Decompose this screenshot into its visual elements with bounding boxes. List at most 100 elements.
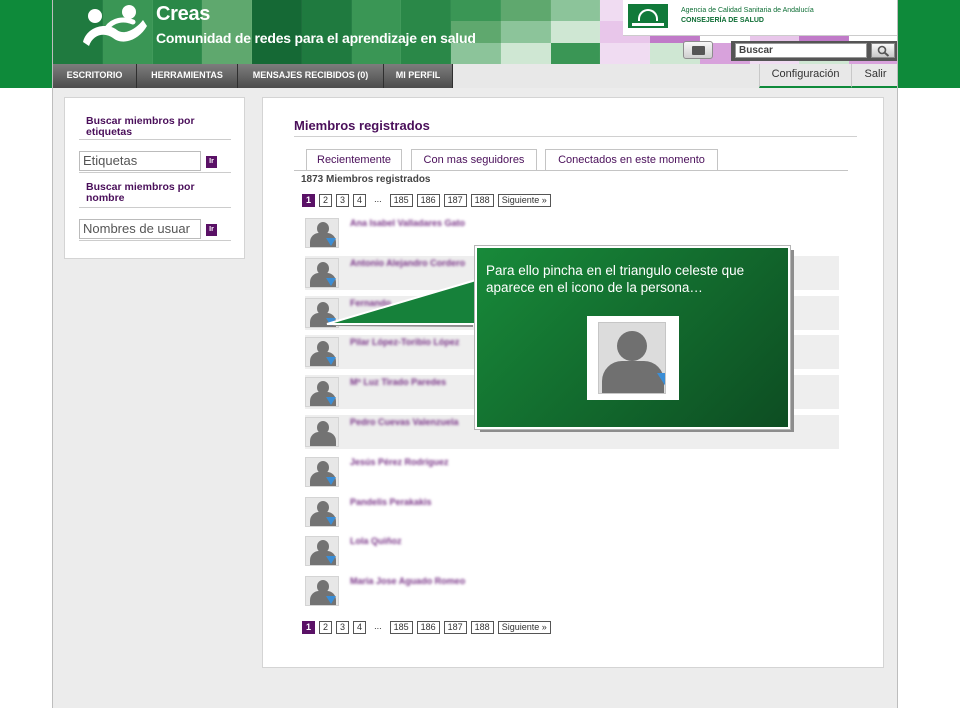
envelope-icon xyxy=(692,46,705,55)
member-name[interactable]: Jesús Pérez Rodríguez xyxy=(350,457,449,467)
divider xyxy=(79,139,231,140)
dropdown-triangle-icon[interactable] xyxy=(326,317,336,326)
creas-logo-icon[interactable] xyxy=(77,2,149,48)
dropdown-triangle-icon[interactable] xyxy=(326,277,336,286)
tab-con-mas-seguidores[interactable]: Con mas seguidores xyxy=(411,149,537,170)
member-name[interactable]: Fernando xyxy=(350,298,391,308)
tab-conectados[interactable]: Conectados en este momento xyxy=(545,149,718,170)
page-title: Miembros registrados xyxy=(294,118,430,133)
member-avatar[interactable] xyxy=(305,417,339,447)
callout-text: Para ello pincha en el triangulo celeste… xyxy=(486,263,745,295)
page-188-button[interactable]: 188 xyxy=(470,621,494,634)
page-2-button[interactable]: 2 xyxy=(319,194,333,207)
page-187-button[interactable]: 187 xyxy=(443,194,467,207)
page-185-button[interactable]: 185 xyxy=(389,194,413,207)
dropdown-triangle-icon[interactable] xyxy=(326,238,336,246)
name-go-button[interactable]: Ir xyxy=(206,224,217,236)
dropdown-triangle-icon[interactable] xyxy=(326,556,336,565)
triangle-icon xyxy=(657,373,665,390)
dropdown-triangle-icon[interactable] xyxy=(326,357,336,366)
member-row[interactable]: Maria Jose Aguado Romeo xyxy=(305,574,839,608)
member-avatar[interactable] xyxy=(305,257,339,288)
member-name[interactable]: Lola Quiñoz xyxy=(350,536,402,546)
next-page-button[interactable]: Siguiente » xyxy=(497,194,551,207)
tutorial-callout: Para ello pincha en el triangulo celeste… xyxy=(474,245,791,430)
page-186-button[interactable]: 186 xyxy=(416,621,440,634)
member-avatar[interactable] xyxy=(305,576,339,607)
member-avatar[interactable] xyxy=(305,337,339,368)
search-input[interactable]: Buscar xyxy=(735,43,867,58)
member-avatar[interactable] xyxy=(305,536,339,567)
page-186-button[interactable]: 186 xyxy=(416,194,440,207)
pagination-ellipsis: ... xyxy=(370,194,386,207)
tab-divider xyxy=(294,170,848,171)
brand: Creas Comunidad de redes para el aprendi… xyxy=(156,3,476,46)
page-1-button[interactable]: 1 xyxy=(302,194,316,207)
nav-escritorio[interactable]: ESCRITORIO xyxy=(53,64,137,88)
name-input[interactable]: Nombres de usuar xyxy=(79,219,201,239)
search-by-name-label: Buscar miembros por nombre xyxy=(86,181,195,204)
nav-mi-perfil[interactable]: MI PERFIL xyxy=(384,64,453,88)
page-4-button[interactable]: 4 xyxy=(353,621,367,634)
page-3-button[interactable]: 3 xyxy=(336,621,350,634)
member-row[interactable]: Jesús Pérez Rodríguez xyxy=(305,455,839,489)
member-name[interactable]: Pilar López-Toribio López xyxy=(350,337,459,347)
tags-input[interactable]: Etiquetas xyxy=(79,151,201,171)
member-row[interactable]: Lola Quiñoz xyxy=(305,534,839,568)
nav-right-area: Configuración Salir xyxy=(453,64,897,88)
member-avatar[interactable] xyxy=(305,377,339,408)
pagination-ellipsis: ... xyxy=(370,621,386,634)
site-title: Creas xyxy=(156,3,211,25)
next-page-button[interactable]: Siguiente » xyxy=(497,621,551,634)
dropdown-triangle-icon[interactable] xyxy=(326,596,336,605)
member-avatar[interactable] xyxy=(305,297,339,328)
search-by-tags-label: Buscar miembros por etiquetas xyxy=(86,115,195,138)
nav-herramientas[interactable]: HERRAMIENTAS xyxy=(137,64,238,88)
mail-button[interactable] xyxy=(683,41,713,59)
member-avatar[interactable] xyxy=(305,496,339,527)
title-divider xyxy=(294,136,857,137)
dropdown-triangle-icon[interactable] xyxy=(326,516,336,525)
dropdown-triangle-icon[interactable] xyxy=(326,397,336,406)
member-name[interactable]: Pedro Cuevas Valenzuela xyxy=(350,417,459,427)
divider xyxy=(79,207,231,208)
dropdown-triangle-icon[interactable] xyxy=(326,476,336,485)
member-row[interactable]: Ana Isabel Valladares Gato xyxy=(305,216,839,250)
member-name[interactable]: Maria Jose Aguado Romeo xyxy=(350,576,465,586)
junta-emblem-icon xyxy=(626,2,670,30)
pagination-top: 1 2 3 4... 185 186 187 188 Siguiente » xyxy=(302,194,551,207)
page-2-button[interactable]: 2 xyxy=(319,621,333,634)
page-3-button[interactable]: 3 xyxy=(336,194,350,207)
agency-name: Agencia de Calidad Sanitaria de Andalucí… xyxy=(681,7,814,14)
member-avatar[interactable] xyxy=(305,218,339,248)
nav-salir[interactable]: Salir xyxy=(851,64,897,88)
member-name[interactable]: Mª Luz Tirado Paredes xyxy=(350,377,446,387)
right-green-band xyxy=(898,0,960,88)
member-avatar[interactable] xyxy=(305,456,339,487)
main-nav: ESCRITORIO HERRAMIENTAS MENSAJES RECIBID… xyxy=(53,64,897,88)
member-name[interactable]: Pandelis Perakakis xyxy=(350,497,432,507)
ministry-name: CONSEJERÍA DE SALUD xyxy=(681,17,764,24)
callout-avatar-image xyxy=(587,316,679,400)
page-188-button[interactable]: 188 xyxy=(470,194,494,207)
divider xyxy=(79,240,231,241)
member-name[interactable]: Antonio Alejandro Cordero xyxy=(350,258,465,268)
nav-configuracion[interactable]: Configuración xyxy=(759,64,851,88)
agency-banner: Agencia de Calidad Sanitaria de Andalucí… xyxy=(623,0,897,36)
tags-go-button[interactable]: Ir xyxy=(206,156,217,168)
search-bar: Buscar xyxy=(731,41,897,61)
site-header: Creas Comunidad de redes para el aprendi… xyxy=(53,0,897,64)
page-187-button[interactable]: 187 xyxy=(443,621,467,634)
page-185-button[interactable]: 185 xyxy=(389,621,413,634)
search-button[interactable] xyxy=(871,43,895,58)
member-name[interactable]: Ana Isabel Valladares Gato xyxy=(350,218,465,228)
tab-recientemente[interactable]: Recientemente xyxy=(306,149,402,171)
page-4-button[interactable]: 4 xyxy=(353,194,367,207)
page-1-button[interactable]: 1 xyxy=(302,621,316,634)
member-row[interactable]: Pandelis Perakakis xyxy=(305,495,839,529)
member-count: 1873 Miembros registrados xyxy=(301,174,431,185)
nav-mensajes[interactable]: MENSAJES RECIBIDOS (0) xyxy=(238,64,384,88)
sidebar: Buscar miembros por etiquetas Etiquetas … xyxy=(64,97,245,259)
site-subtitle: Comunidad de redes para el aprendizaje e… xyxy=(156,30,476,46)
left-green-band xyxy=(0,0,52,88)
